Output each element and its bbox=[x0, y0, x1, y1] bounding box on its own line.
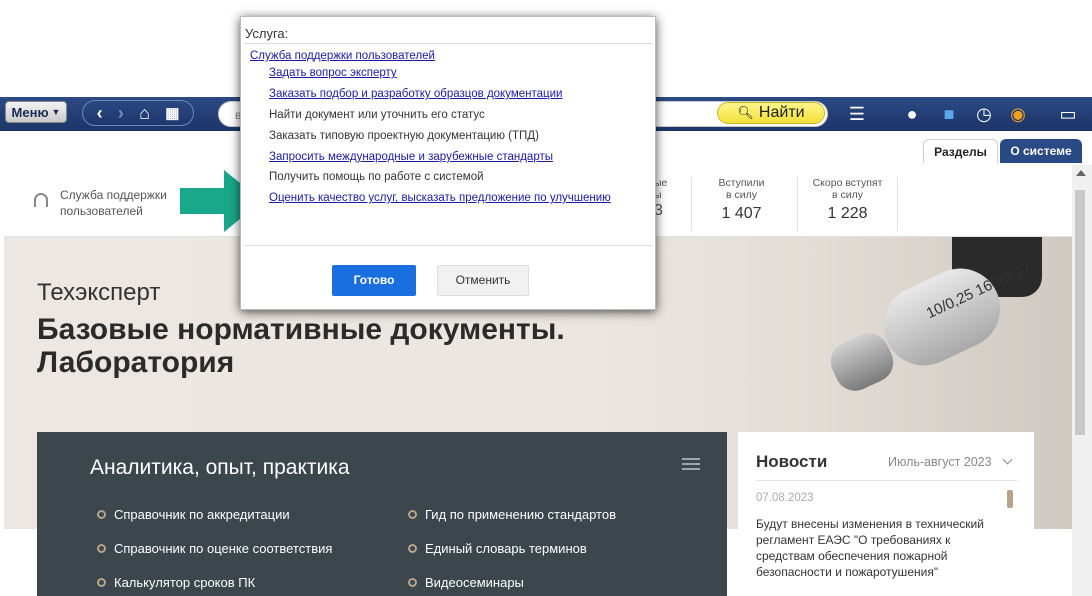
tab-about-system[interactable]: О системе bbox=[1000, 139, 1082, 163]
home-icon[interactable]: ⌂ bbox=[139, 104, 150, 122]
stat-coming-into-force[interactable]: Скоро вступят в силу 1 228 bbox=[797, 177, 897, 231]
support-service-link[interactable]: Служба поддержки пользователей bbox=[34, 187, 167, 219]
stat-partial-value: 3 bbox=[654, 202, 663, 219]
stat-partial-cap1: ые bbox=[654, 177, 668, 189]
stat-caption: Вступили bbox=[718, 177, 765, 189]
product-subtitle: Техэксперт bbox=[37, 279, 161, 306]
service-label: Услуга: bbox=[245, 26, 653, 44]
navigation-group: ‹ › ⌂ ▦ bbox=[82, 100, 194, 126]
news-title: Новости bbox=[756, 452, 828, 471]
service-option[interactable]: Заказать подбор и разработку образцов до… bbox=[269, 88, 562, 100]
service-option[interactable]: Задать вопрос эксперту bbox=[269, 67, 397, 79]
stat-entered-into-force[interactable]: Вступили в силу 1 407 bbox=[691, 177, 791, 231]
stat-value: 1 228 bbox=[827, 205, 868, 222]
product-title: Базовые нормативные документы. Лаборатор… bbox=[37, 313, 565, 379]
stat-caption: Скоро вступят bbox=[812, 177, 883, 189]
feedback-icon[interactable]: ▭ bbox=[1057, 103, 1079, 125]
tab-sections[interactable]: Разделы bbox=[923, 139, 998, 163]
product-title-line2: Лаборатория bbox=[37, 346, 235, 379]
stat-divider bbox=[897, 177, 899, 231]
analytics-panel: Аналитика, опыт, практика Справочник по … bbox=[37, 432, 727, 596]
stat-value: 1 407 bbox=[721, 205, 762, 222]
analytics-link[interactable]: Справочник по аккредитации bbox=[97, 507, 290, 522]
history-clock-icon[interactable]: ◷ bbox=[973, 103, 995, 125]
service-dialog: Услуга: Служба поддержки пользователей З… bbox=[240, 16, 656, 310]
news-divider bbox=[756, 480, 1018, 481]
grid-icon[interactable]: ▦ bbox=[165, 106, 179, 121]
service-option[interactable]: Запросить международные и зарубежные ста… bbox=[269, 151, 553, 163]
settings-sliders-icon[interactable] bbox=[682, 458, 700, 472]
cancel-button[interactable]: Отменить bbox=[437, 265, 529, 296]
news-item-text[interactable]: Будут внесены изменения в технический ре… bbox=[756, 516, 996, 580]
stat-caption: в силу bbox=[726, 189, 757, 201]
stat-caption: в силу bbox=[832, 189, 863, 201]
analytics-link[interactable]: Единый словарь терминов bbox=[408, 541, 587, 556]
service-option[interactable]: Получить помощь по работе с системой bbox=[269, 171, 484, 183]
hamburger-menu-icon[interactable]: ☰ bbox=[846, 103, 868, 125]
headset-icon bbox=[34, 193, 48, 207]
service-option[interactable]: Заказать типовую проектную документацию … bbox=[269, 130, 539, 142]
service-option[interactable]: Найти документ или уточнить его статус bbox=[269, 109, 485, 121]
done-button[interactable]: Готово bbox=[332, 265, 416, 296]
menu-button[interactable]: Меню ▼ bbox=[5, 101, 67, 123]
analytics-link[interactable]: Калькулятор сроков ПК bbox=[97, 575, 255, 590]
forward-icon[interactable]: › bbox=[118, 104, 124, 122]
back-icon[interactable]: ‹ bbox=[97, 104, 103, 122]
analytics-link[interactable]: Гид по применению стандартов bbox=[408, 507, 616, 522]
stat-partial-cap2: ы bbox=[654, 189, 662, 201]
analytics-title: Аналитика, опыт, практика bbox=[90, 456, 350, 479]
analytics-link[interactable]: Видеосеминары bbox=[408, 575, 524, 590]
stat-partial[interactable]: ые ы 3 bbox=[654, 177, 670, 219]
news-date: 07.08.2023 bbox=[756, 492, 814, 504]
page-scroll-thumb[interactable] bbox=[1075, 190, 1085, 435]
chevron-down-icon[interactable] bbox=[1002, 454, 1013, 465]
magnifier-icon: 🔍︎ bbox=[737, 105, 754, 120]
news-scroll-thumb[interactable] bbox=[1007, 490, 1013, 508]
analytics-link[interactable]: Справочник по оценке соответствия bbox=[97, 541, 332, 556]
folder-icon[interactable]: ■ bbox=[938, 103, 960, 125]
user-icon[interactable]: ● bbox=[901, 103, 923, 125]
product-title-line1: Базовые нормативные документы. bbox=[37, 313, 565, 346]
scroll-up-arrow-icon[interactable] bbox=[1076, 170, 1086, 176]
service-option[interactable]: Служба поддержки пользователей bbox=[250, 50, 435, 62]
news-period-select[interactable]: Июль-август 2023 bbox=[888, 455, 992, 469]
service-option[interactable]: Оценить качество услуг, высказать предло… bbox=[269, 192, 611, 204]
dialog-divider bbox=[245, 245, 653, 246]
caret-down-icon: ▼ bbox=[51, 107, 61, 117]
menu-label: Меню bbox=[11, 104, 49, 120]
support-line2: пользователей bbox=[60, 204, 143, 218]
find-label: Найти bbox=[758, 104, 805, 121]
find-button[interactable]: 🔍︎ Найти bbox=[717, 102, 825, 124]
microscope-image: 10/0,25 160/0-17 bbox=[752, 237, 1052, 437]
stopwatch-icon[interactable]: ◉ bbox=[1007, 103, 1029, 125]
support-line1: Служба поддержки bbox=[60, 188, 167, 202]
news-panel: Новости Июль-август 2023 07.08.2023 Буду… bbox=[738, 432, 1034, 596]
